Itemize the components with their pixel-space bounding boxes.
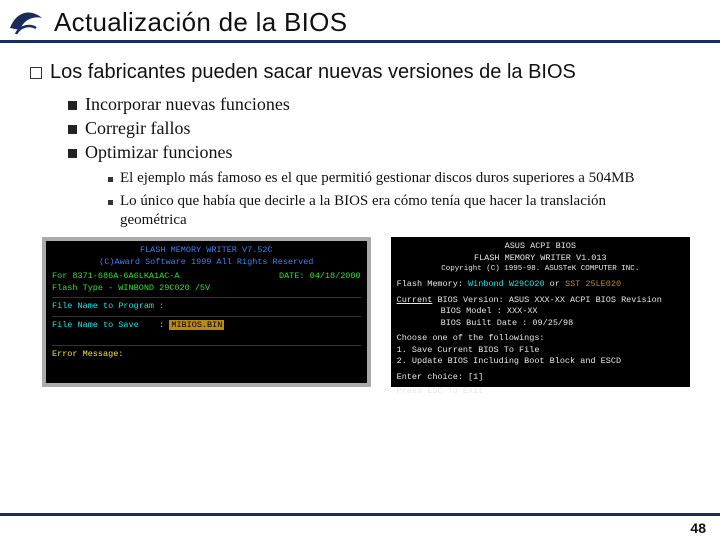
tiny-square-bullet-icon: [108, 177, 113, 182]
award-title-1: FLASH MEMORY WRITER V7.52C: [52, 245, 361, 256]
asus-current-label: Current: [397, 295, 433, 305]
award-title-2: (C)Award Software 1999 All Rights Reserv…: [52, 257, 361, 268]
asus-esc: Press ESC To Exit: [397, 386, 684, 397]
bullet-level2-text: Incorporar nuevas funciones: [85, 94, 290, 115]
slide-content: Los fabricantes pueden sacar nuevas vers…: [0, 43, 720, 387]
bullet-level1: Los fabricantes pueden sacar nuevas vers…: [30, 61, 702, 84]
award-board-id: For 8371-686A-6A6LKA1AC-A: [52, 271, 180, 281]
wave-logo-icon: [6, 4, 50, 40]
award-error-label: Error Message:: [52, 349, 361, 360]
bullet-level3-text: Lo único que había que decirle a la BIOS…: [120, 192, 672, 230]
square-bullet-icon: [30, 67, 42, 79]
divider: [52, 345, 361, 346]
page-number: 48: [690, 520, 706, 536]
bullet-level1-text: Los fabricantes pueden sacar nuevas vers…: [50, 61, 576, 84]
filled-square-bullet-icon: [68, 125, 77, 134]
asus-flash-v1: Winbond W29CO20: [468, 279, 545, 289]
footer-divider: [0, 513, 720, 516]
bullet-level2: Optimizar funciones: [68, 142, 702, 163]
asus-flash-label: Flash Memory:: [397, 279, 463, 289]
award-flash-type: Flash Type - WINBOND 29C020 /5V: [52, 283, 361, 294]
award-date: DATE: 04/18/2000: [279, 271, 361, 282]
award-flash-screenshot: FLASH MEMORY WRITER V7.52C (C)Award Soft…: [42, 237, 371, 387]
award-prog-label: File Name to Program :: [52, 301, 361, 312]
asus-bios-ver: BIOS Version: ASUS XXX-XX ACPI BIOS Revi…: [437, 295, 661, 305]
bullet-level2: Corregir fallos: [68, 118, 702, 139]
asus-flash-screenshot: ASUS ACPI BIOS FLASH MEMORY WRITER V1.01…: [391, 237, 690, 387]
asus-opt2: 2. Update BIOS Including Boot Block and …: [397, 356, 684, 367]
bullet-level3: El ejemplo más famoso es el que permitió…: [108, 169, 672, 188]
divider: [52, 316, 361, 317]
slide-header: Actualización de la BIOS: [0, 0, 720, 43]
filled-square-bullet-icon: [68, 149, 77, 158]
asus-flash-or: or: [550, 279, 560, 289]
asus-h1: ASUS ACPI BIOS: [397, 241, 684, 252]
bullet-level2-text: Optimizar funciones: [85, 142, 232, 163]
bullet-level2-group: Incorporar nuevas funciones Corregir fal…: [68, 94, 702, 163]
bullet-level3-group: El ejemplo más famoso es el que permitió…: [108, 169, 702, 229]
asus-enter: Enter choice: [1]: [397, 372, 684, 383]
award-save-value: MIBIOS.BIN: [169, 320, 224, 330]
asus-bios-date: BIOS Built Date : 09/25/98: [397, 318, 684, 329]
bullet-level3-text: El ejemplo más famoso es el que permitió…: [120, 169, 634, 188]
divider: [52, 297, 361, 298]
asus-choose: Choose one of the followings:: [397, 333, 684, 344]
tiny-square-bullet-icon: [108, 200, 113, 205]
asus-h3: Copyright (C) 1995-98. ASUSTeK COMPUTER …: [397, 264, 684, 274]
screenshot-row: FLASH MEMORY WRITER V7.52C (C)Award Soft…: [30, 237, 702, 387]
filled-square-bullet-icon: [68, 101, 77, 110]
asus-opt1: 1. Save Current BIOS To File: [397, 345, 684, 356]
asus-h2: FLASH MEMORY WRITER V1.013: [397, 253, 684, 264]
slide-title: Actualización de la BIOS: [54, 7, 347, 40]
award-save-label: File Name to Save: [52, 320, 139, 330]
bullet-level3: Lo único que había que decirle a la BIOS…: [108, 192, 672, 230]
bullet-level2: Incorporar nuevas funciones: [68, 94, 702, 115]
asus-flash-v2: SST 25LE020: [565, 279, 621, 289]
bullet-level2-text: Corregir fallos: [85, 118, 190, 139]
asus-bios-model: BIOS Model : XXX-XX: [397, 306, 684, 317]
